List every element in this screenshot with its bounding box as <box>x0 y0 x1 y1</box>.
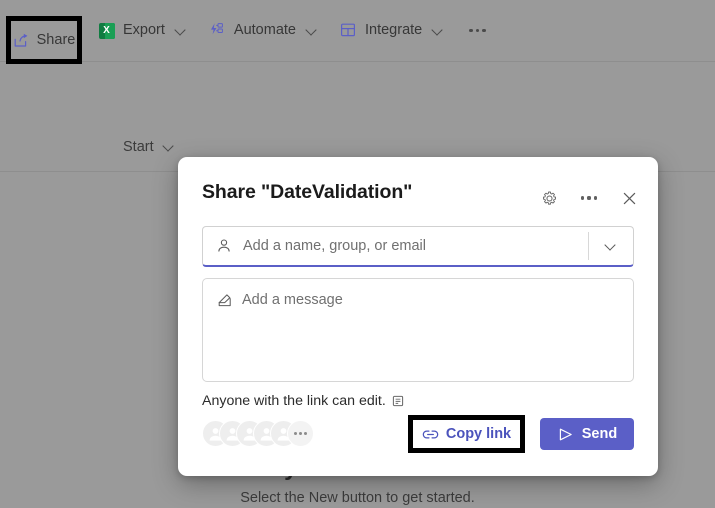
dialog-close-button[interactable] <box>616 185 642 211</box>
start-filter-dropdown[interactable]: Start <box>123 139 175 155</box>
dialog-more-button[interactable] <box>576 185 602 211</box>
close-icon <box>622 191 637 206</box>
copy-link-button[interactable]: Copy link <box>408 415 525 453</box>
ellipsis-dot <box>587 196 591 200</box>
excel-icon: X <box>99 22 115 39</box>
automate-icon <box>209 22 226 39</box>
gear-icon <box>541 190 558 207</box>
ellipsis-dot <box>293 432 297 435</box>
ellipsis-dot <box>304 432 308 435</box>
ellipsis-dot <box>482 28 486 33</box>
message-placeholder: Add a message <box>242 292 343 308</box>
pencil-edit-icon <box>217 292 233 308</box>
permission-text: Anyone with the link can edit. <box>202 393 386 409</box>
ellipsis-dot <box>581 196 585 200</box>
ellipsis-dot <box>469 28 473 33</box>
command-export[interactable]: X Export <box>88 14 198 48</box>
send-button-label: Send <box>581 426 618 442</box>
link-settings-button[interactable] <box>536 185 562 211</box>
chevron-down-icon <box>163 141 175 153</box>
command-integrate-label: Integrate <box>365 22 423 39</box>
command-bar: X Export Automate Integrate <box>0 0 715 62</box>
message-textarea[interactable]: Add a message <box>202 278 634 382</box>
share-icon <box>13 32 30 49</box>
people-picker-expand-button[interactable] <box>589 227 633 265</box>
command-export-label: Export <box>123 22 165 39</box>
chevron-down-icon <box>306 25 318 37</box>
command-overflow-button[interactable] <box>455 14 500 48</box>
people-picker-placeholder: Add a name, group, or email <box>243 238 426 254</box>
ellipsis-icon <box>581 196 597 200</box>
dialog-title: Share "DateValidation" <box>202 181 413 203</box>
send-icon <box>557 426 574 443</box>
integrate-icon <box>340 22 357 39</box>
permission-settings-icon <box>392 395 404 407</box>
ellipsis-dot <box>475 28 480 33</box>
ellipsis-dot <box>299 432 302 435</box>
dialog-header-actions <box>536 185 642 211</box>
share-dialog: Share "DateValidation" Add a name, group… <box>178 157 658 476</box>
application-root: X Export Automate Integrate Share Start … <box>0 0 715 508</box>
permission-status[interactable]: Anyone with the link can edit. <box>202 393 404 409</box>
start-filter-label: Start <box>123 139 154 155</box>
share-button-label: Share <box>36 32 76 48</box>
chevron-down-icon <box>606 241 616 251</box>
chevron-down-icon <box>432 25 444 37</box>
link-icon <box>422 426 439 443</box>
command-integrate[interactable]: Integrate <box>329 14 455 48</box>
share-button[interactable]: Share <box>6 16 82 64</box>
command-automate[interactable]: Automate <box>198 14 329 48</box>
message-placeholder-row: Add a message <box>203 279 633 308</box>
avatar-overflow-button[interactable] <box>287 420 314 447</box>
chevron-down-icon <box>175 25 187 37</box>
people-picker[interactable]: Add a name, group, or email <box>202 226 634 267</box>
ellipsis-dot <box>593 196 597 200</box>
person-icon <box>216 238 232 254</box>
command-automate-label: Automate <box>233 22 296 39</box>
empty-state-subtitle: Select the New button to get started. <box>240 490 475 506</box>
send-button[interactable]: Send <box>540 418 634 450</box>
shared-with-avatars[interactable] <box>202 420 314 447</box>
copy-link-label: Copy link <box>445 426 512 442</box>
